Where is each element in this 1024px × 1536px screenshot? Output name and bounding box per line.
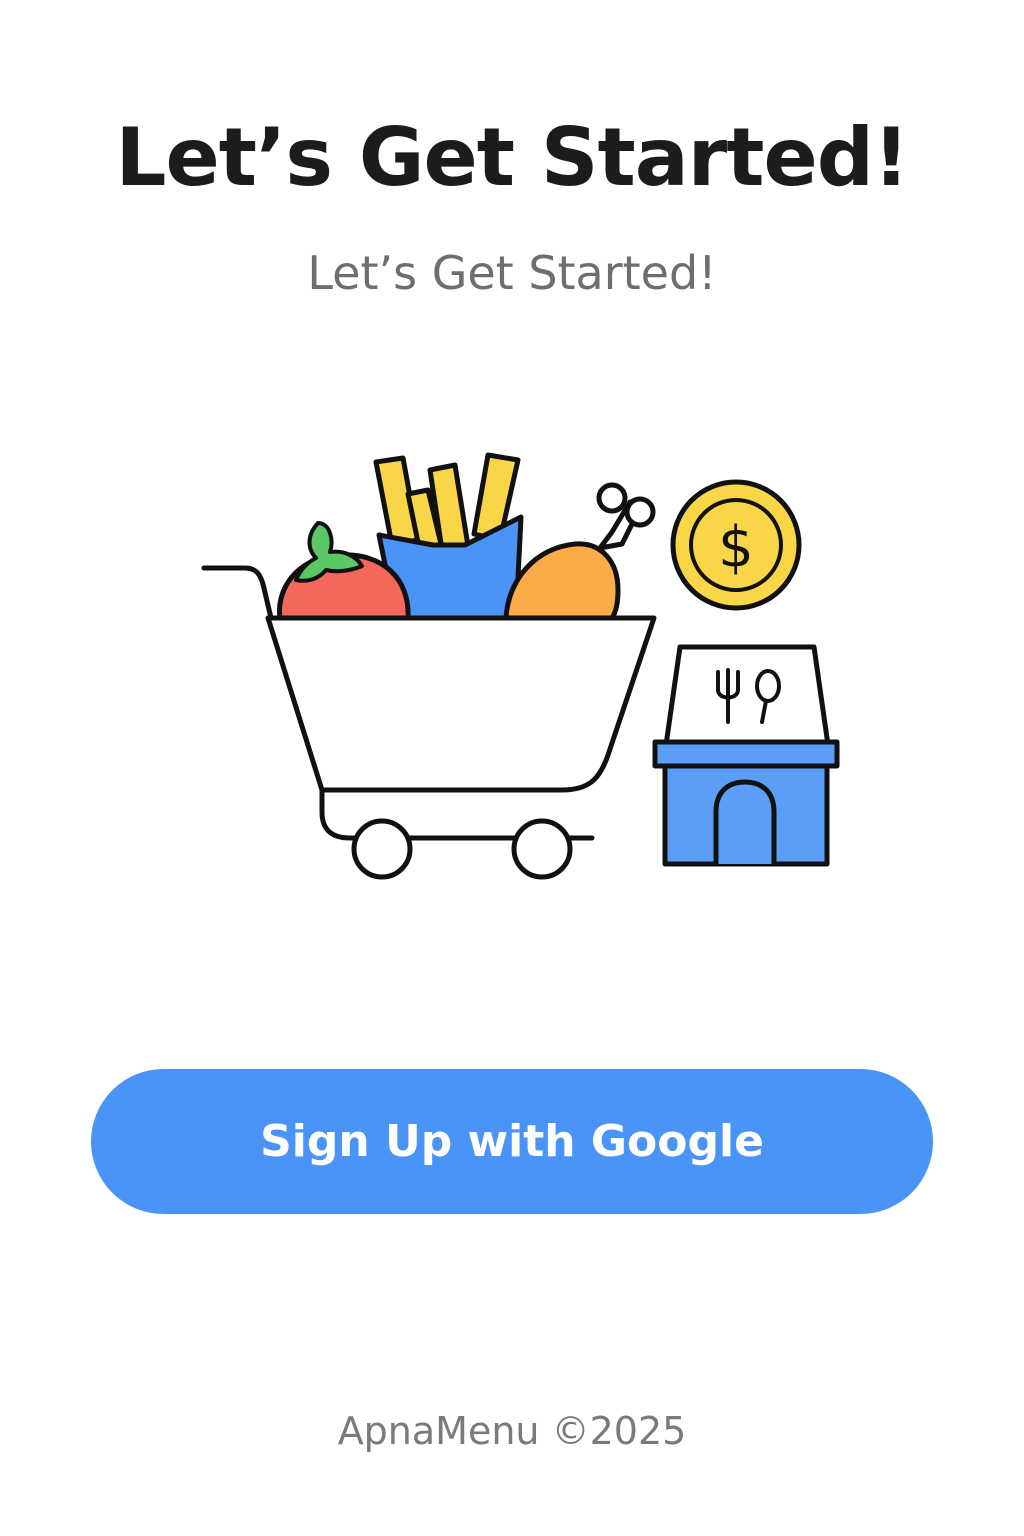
get-started-screen: Let’s Get Started! Let’s Get Started! $ … <box>0 0 1024 1536</box>
chicken-leg-icon <box>503 482 656 621</box>
grocery-illustration: $ <box>201 452 840 880</box>
sign-up-with-google-button[interactable]: Sign Up with Google <box>91 1069 933 1214</box>
page-subtitle: Let’s Get Started! <box>307 246 717 300</box>
dollar-coin-icon: $ <box>670 479 802 611</box>
page-title: Let’s Get Started! <box>115 111 910 204</box>
coin-symbol: $ <box>718 515 754 580</box>
restaurant-icon <box>652 644 840 867</box>
footer-copyright: ApnaMenu ©2025 <box>337 1409 687 1453</box>
